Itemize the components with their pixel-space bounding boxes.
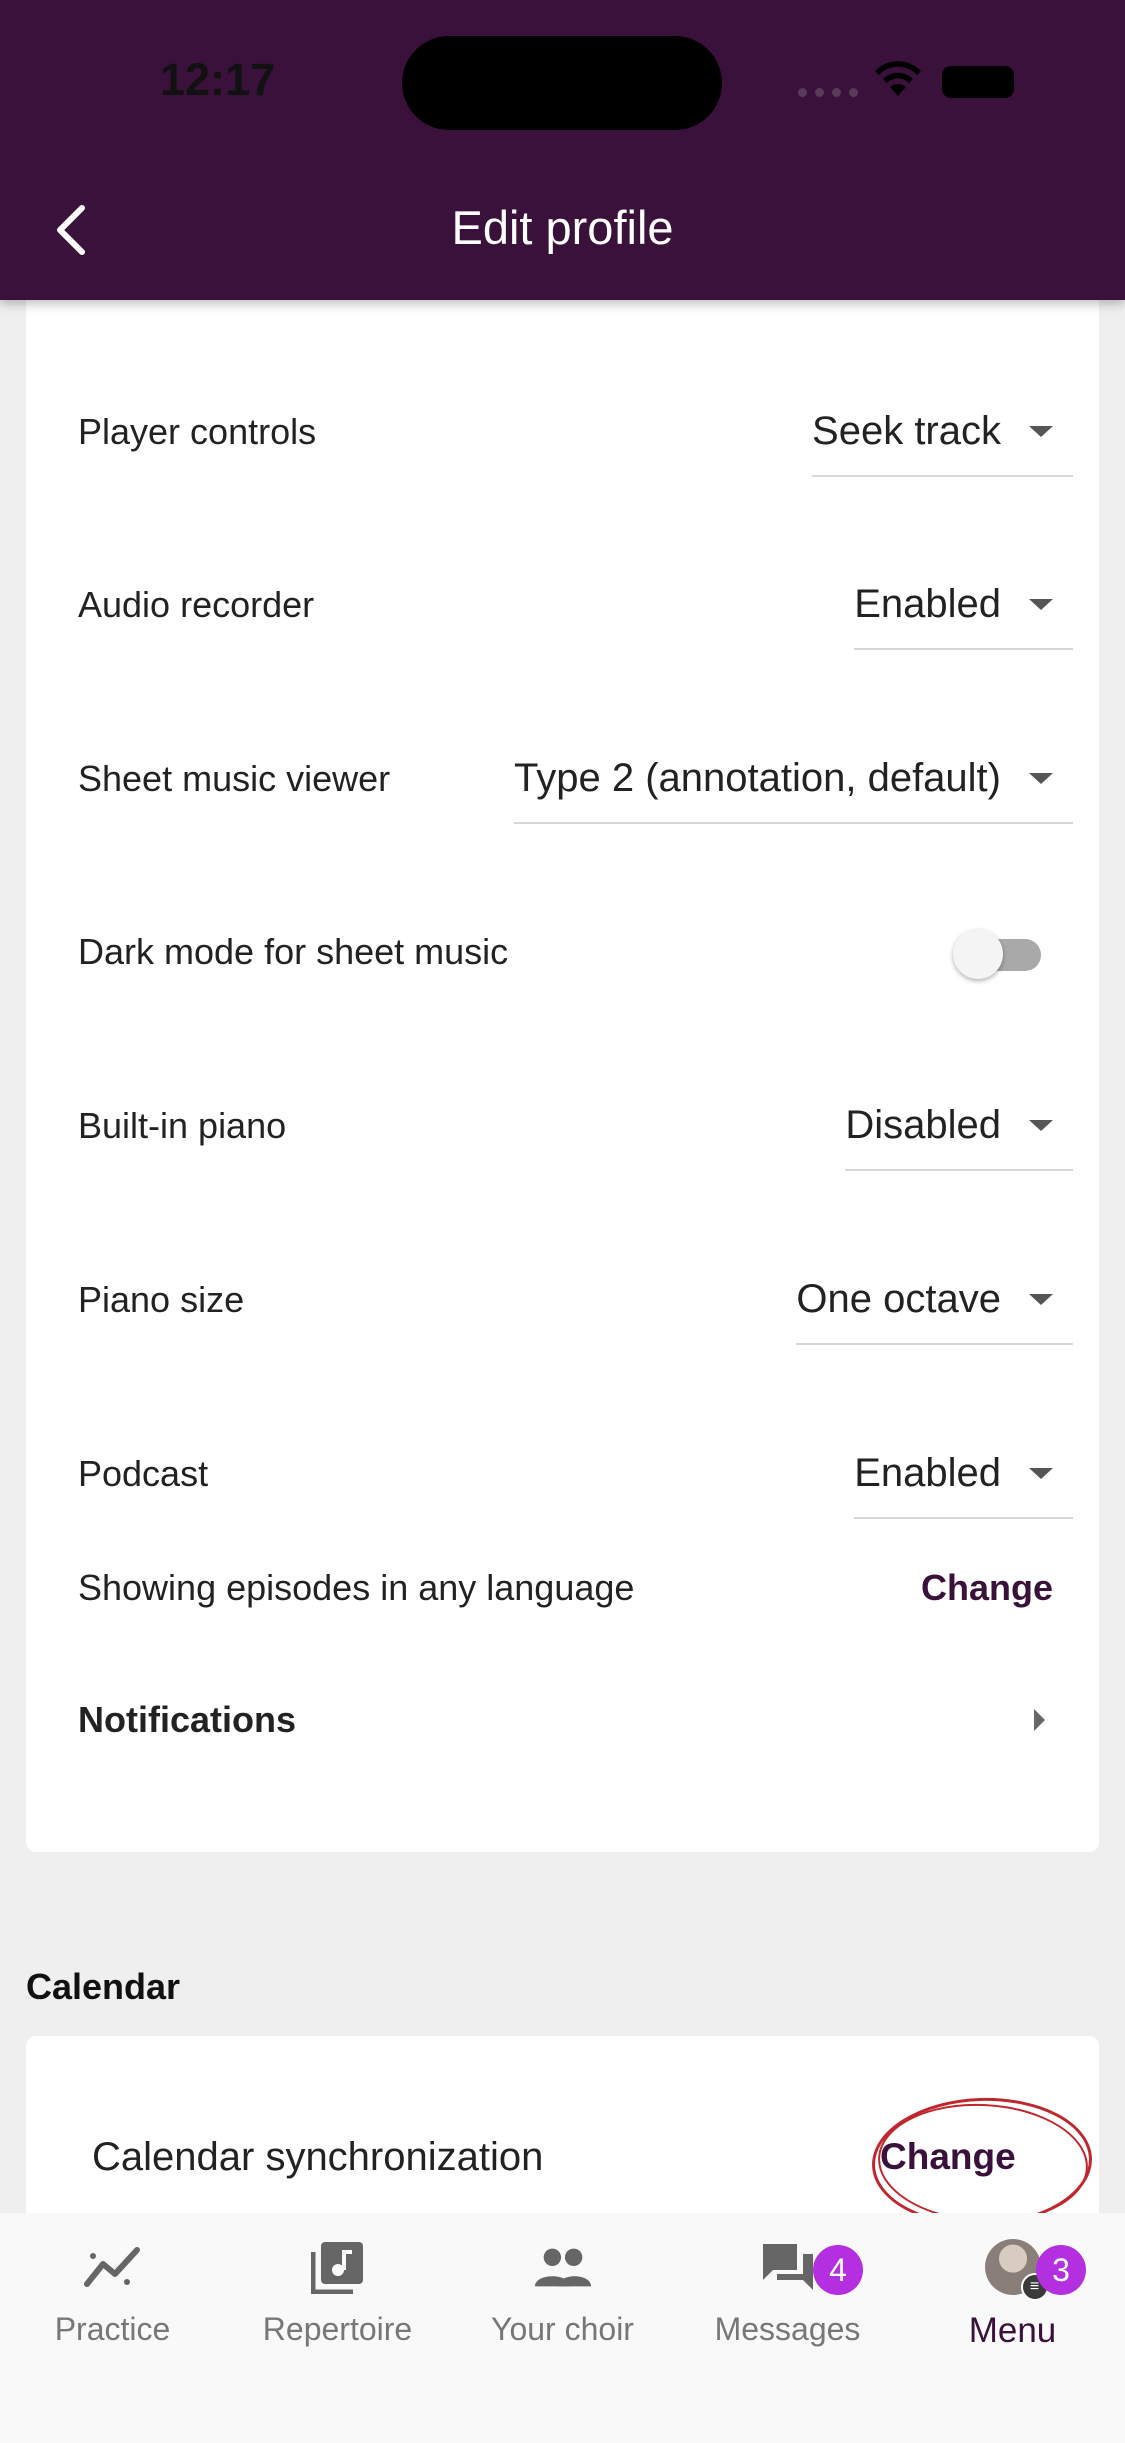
builtin-piano-select[interactable]: Disabled (845, 1081, 1073, 1171)
dropdown-caret-icon (1029, 598, 1053, 610)
messages-badge: 4 (813, 2245, 863, 2295)
tab-label: Repertoire (262, 2311, 413, 2347)
menu-badge: 3 (1036, 2245, 1086, 2295)
calendar-sync-label: Calendar synchronization (92, 2135, 544, 2179)
builtin-piano-value: Disabled (845, 1102, 1001, 1147)
podcast-value: Enabled (854, 1450, 1001, 1495)
dropdown-caret-icon (1029, 1467, 1053, 1479)
audio-recorder-row: Audio recorder Enabled (78, 560, 1073, 650)
page-title: Edit profile (451, 201, 674, 254)
tab-label: Your choir (491, 2311, 634, 2347)
piano-size-select[interactable]: One octave (796, 1255, 1073, 1345)
tab-menu[interactable]: ≡ Menu 3 (900, 2237, 1125, 2367)
signal-icon (798, 88, 858, 97)
tab-messages[interactable]: Messages 4 (675, 2237, 900, 2367)
piano-size-value: One octave (796, 1276, 1001, 1321)
tab-label: Messages (714, 2311, 861, 2347)
notifications-row[interactable]: Notifications (78, 1680, 1073, 1760)
calendar-section-title: Calendar (26, 1966, 181, 2007)
builtin-piano-row: Built-in piano Disabled (78, 1081, 1073, 1171)
builtin-piano-label: Built-in piano (78, 1105, 287, 1146)
dark-mode-row: Dark mode for sheet music (78, 907, 1073, 997)
battery-icon (942, 66, 1014, 98)
player-controls-row: Player controls Seek track (78, 387, 1073, 477)
player-controls-select[interactable]: Seek track (812, 387, 1073, 477)
piano-size-row: Piano size One octave (78, 1255, 1073, 1345)
bottom-tab-bar: Practice Repertoire Your choir Messages … (0, 2213, 1125, 2443)
settings-card: Player controls Seek track Audio recorde… (26, 260, 1099, 1852)
tab-label: Menu (968, 2311, 1057, 2350)
audio-recorder-value: Enabled (854, 581, 1001, 626)
podcast-row: Podcast Enabled (78, 1429, 1073, 1519)
dark-mode-label: Dark mode for sheet music (78, 931, 509, 972)
chevron-right-icon (1034, 1709, 1045, 1731)
music-library-icon (308, 2237, 368, 2297)
dropdown-caret-icon (1029, 1119, 1053, 1131)
player-controls-label: Player controls (78, 411, 317, 452)
tab-your-choir[interactable]: Your choir (450, 2237, 675, 2367)
podcast-label: Podcast (78, 1453, 209, 1494)
dropdown-caret-icon (1029, 772, 1053, 784)
sheet-music-viewer-select[interactable]: Type 2 (annotation, default) (514, 734, 1073, 824)
episodes-change-button[interactable]: Change (921, 1567, 1053, 1609)
player-controls-value: Seek track (812, 408, 1001, 453)
sheet-music-viewer-value: Type 2 (annotation, default) (514, 755, 1001, 800)
episodes-language-label: Showing episodes in any language (78, 1567, 635, 1608)
dark-mode-toggle[interactable] (953, 927, 1043, 979)
tab-practice[interactable]: Practice (0, 2237, 225, 2367)
audio-recorder-label: Audio recorder (78, 584, 315, 625)
sheet-music-viewer-label: Sheet music viewer (78, 758, 391, 799)
notifications-label: Notifications (78, 1699, 297, 1740)
avatar: ≡ (983, 2237, 1049, 2301)
sheet-music-viewer-row: Sheet music viewer Type 2 (annotation, d… (78, 734, 1073, 824)
tab-label: Practice (54, 2311, 171, 2347)
tab-repertoire[interactable]: Repertoire (225, 2237, 450, 2367)
audio-recorder-select[interactable]: Enabled (854, 560, 1073, 650)
people-icon (533, 2237, 593, 2297)
piano-size-label: Piano size (78, 1279, 245, 1320)
app-header: 12:17 Edit profile (0, 0, 1125, 300)
chat-icon (758, 2237, 818, 2297)
dynamic-island (402, 36, 722, 130)
dropdown-caret-icon (1029, 425, 1053, 437)
podcast-select[interactable]: Enabled (854, 1429, 1073, 1519)
user-avatar: ≡ (984, 2239, 1049, 2301)
toggle-knob (953, 929, 1003, 979)
dropdown-caret-icon (1029, 1293, 1053, 1305)
practice-icon (83, 2237, 143, 2297)
wifi-icon (875, 61, 921, 96)
episodes-language-row: Showing episodes in any language Change (78, 1553, 1073, 1623)
status-time: 12:17 (160, 54, 276, 105)
